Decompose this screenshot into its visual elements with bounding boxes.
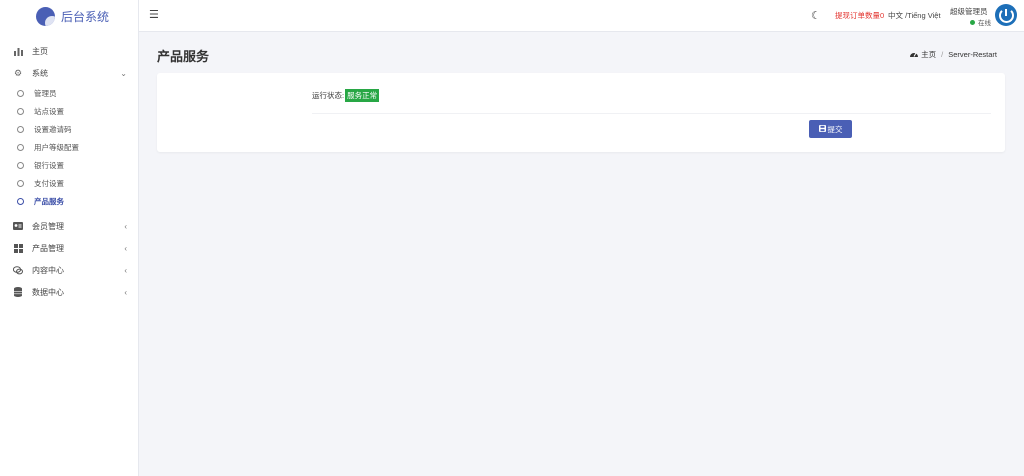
sidebar-subitem-site-settings[interactable]: 站点设置 (0, 102, 138, 120)
avatar-power-icon[interactable] (995, 4, 1017, 26)
sidebar-subitem-product-service[interactable]: 产品服务 (0, 192, 138, 210)
sidebar-subitem-payment-settings[interactable]: 支付设置 (0, 174, 138, 192)
moon-icon[interactable]: ☾ (811, 9, 821, 22)
sidebar: 后台系统 主页 ⚙ 系统 ⌄ 管理员 站点设置 设置邀请码 用户等级配置 银行设… (0, 0, 139, 476)
language-switcher[interactable]: 中文 /Tiếng Việt (888, 10, 941, 21)
sidebar-item-data-center[interactable]: 数据中心 ‹ (0, 281, 138, 303)
circle-icon (17, 107, 24, 115)
sidebar-item-label: 会员管理 (32, 221, 64, 231)
chevron-down-icon: ⌄ (120, 68, 127, 78)
withdraw-orders-link[interactable]: 提现订单数量0 (835, 10, 884, 21)
sidebar-subitem-label: 设置邀请码 (34, 124, 72, 134)
sidebar-item-home[interactable]: 主页 (0, 40, 138, 62)
chevron-left-icon: ‹ (124, 287, 127, 297)
brand-title: 后台系统 (61, 9, 110, 24)
breadcrumb-separator: / (941, 50, 944, 59)
bar-chart-icon (13, 46, 23, 56)
chevron-left-icon: ‹ (124, 265, 127, 275)
breadcrumb-home[interactable]: 主页 (921, 49, 936, 60)
circle-icon (17, 89, 24, 97)
service-status-card: 运行状态: 服务正常 提交 (157, 73, 1005, 152)
user-status: 在线 (970, 17, 991, 27)
sidebar-item-label: 系统 (32, 68, 48, 78)
page-title: 产品服务 (157, 49, 210, 64)
sidebar-subitem-user-level[interactable]: 用户等级配置 (0, 138, 138, 156)
sidebar-subitem-label: 站点设置 (34, 106, 64, 116)
id-card-icon (13, 221, 23, 231)
sidebar-subitem-admins[interactable]: 管理员 (0, 84, 138, 102)
sidebar-subitem-label: 管理员 (34, 88, 57, 98)
top-header: ☰ ☾ 提现订单数量0 中文 /Tiếng Việt 超级管理员 在线 (139, 0, 1024, 32)
circle-icon (17, 197, 24, 205)
status-badge: 服务正常 (345, 89, 380, 102)
breadcrumb-current: Server-Restart (948, 50, 997, 59)
circle-icon (17, 125, 24, 133)
sidebar-subitem-invite-code[interactable]: 设置邀请码 (0, 120, 138, 138)
sidebar-item-label: 产品管理 (32, 243, 64, 253)
dashboard-icon (910, 50, 919, 59)
circle-icon (17, 179, 24, 187)
sidebar-item-products[interactable]: 产品管理 ‹ (0, 237, 138, 259)
database-icon (13, 287, 23, 297)
sidebar-item-content-center[interactable]: 内容中心 ‹ (0, 259, 138, 281)
chat-icon (13, 265, 23, 275)
sidebar-item-label: 内容中心 (32, 265, 64, 275)
sidebar-item-system[interactable]: ⚙ 系统 ⌄ (0, 62, 138, 84)
sidebar-item-label: 数据中心 (32, 287, 64, 297)
hamburger-menu-icon[interactable]: ☰ (149, 8, 159, 21)
brand[interactable]: 后台系统 (0, 0, 138, 32)
sidebar-menu: 主页 ⚙ 系统 ⌄ 管理员 站点设置 设置邀请码 用户等级配置 银行设置 支付设… (0, 40, 138, 303)
sidebar-item-label: 主页 (32, 46, 48, 56)
grid-icon (13, 243, 23, 253)
status-line: 运行状态: 服务正常 (312, 89, 380, 102)
submit-button-label: 提交 (827, 124, 843, 134)
sidebar-subitem-label: 用户等级配置 (34, 142, 79, 152)
logo-icon (36, 6, 55, 26)
circle-icon (17, 143, 24, 151)
divider (312, 113, 991, 114)
circle-icon (17, 161, 24, 169)
breadcrumb: 主页 / Server-Restart (910, 49, 997, 60)
online-dot-icon (970, 19, 975, 25)
user-status-label: 在线 (978, 20, 991, 27)
chevron-left-icon: ‹ (124, 243, 127, 253)
sidebar-subitem-bank-settings[interactable]: 银行设置 (0, 156, 138, 174)
user-name[interactable]: 超级管理员 (950, 6, 988, 17)
sidebar-item-members[interactable]: 会员管理 ‹ (0, 215, 138, 237)
submit-button[interactable]: 提交 (809, 120, 852, 138)
sidebar-subitem-label: 支付设置 (34, 178, 64, 188)
sidebar-subitem-label: 银行设置 (34, 160, 64, 170)
save-icon (818, 124, 826, 134)
status-label: 运行状态: (312, 91, 345, 100)
sidebar-subitem-label: 产品服务 (34, 196, 64, 206)
gear-icon: ⚙ (13, 67, 23, 78)
chevron-left-icon: ‹ (124, 221, 127, 231)
